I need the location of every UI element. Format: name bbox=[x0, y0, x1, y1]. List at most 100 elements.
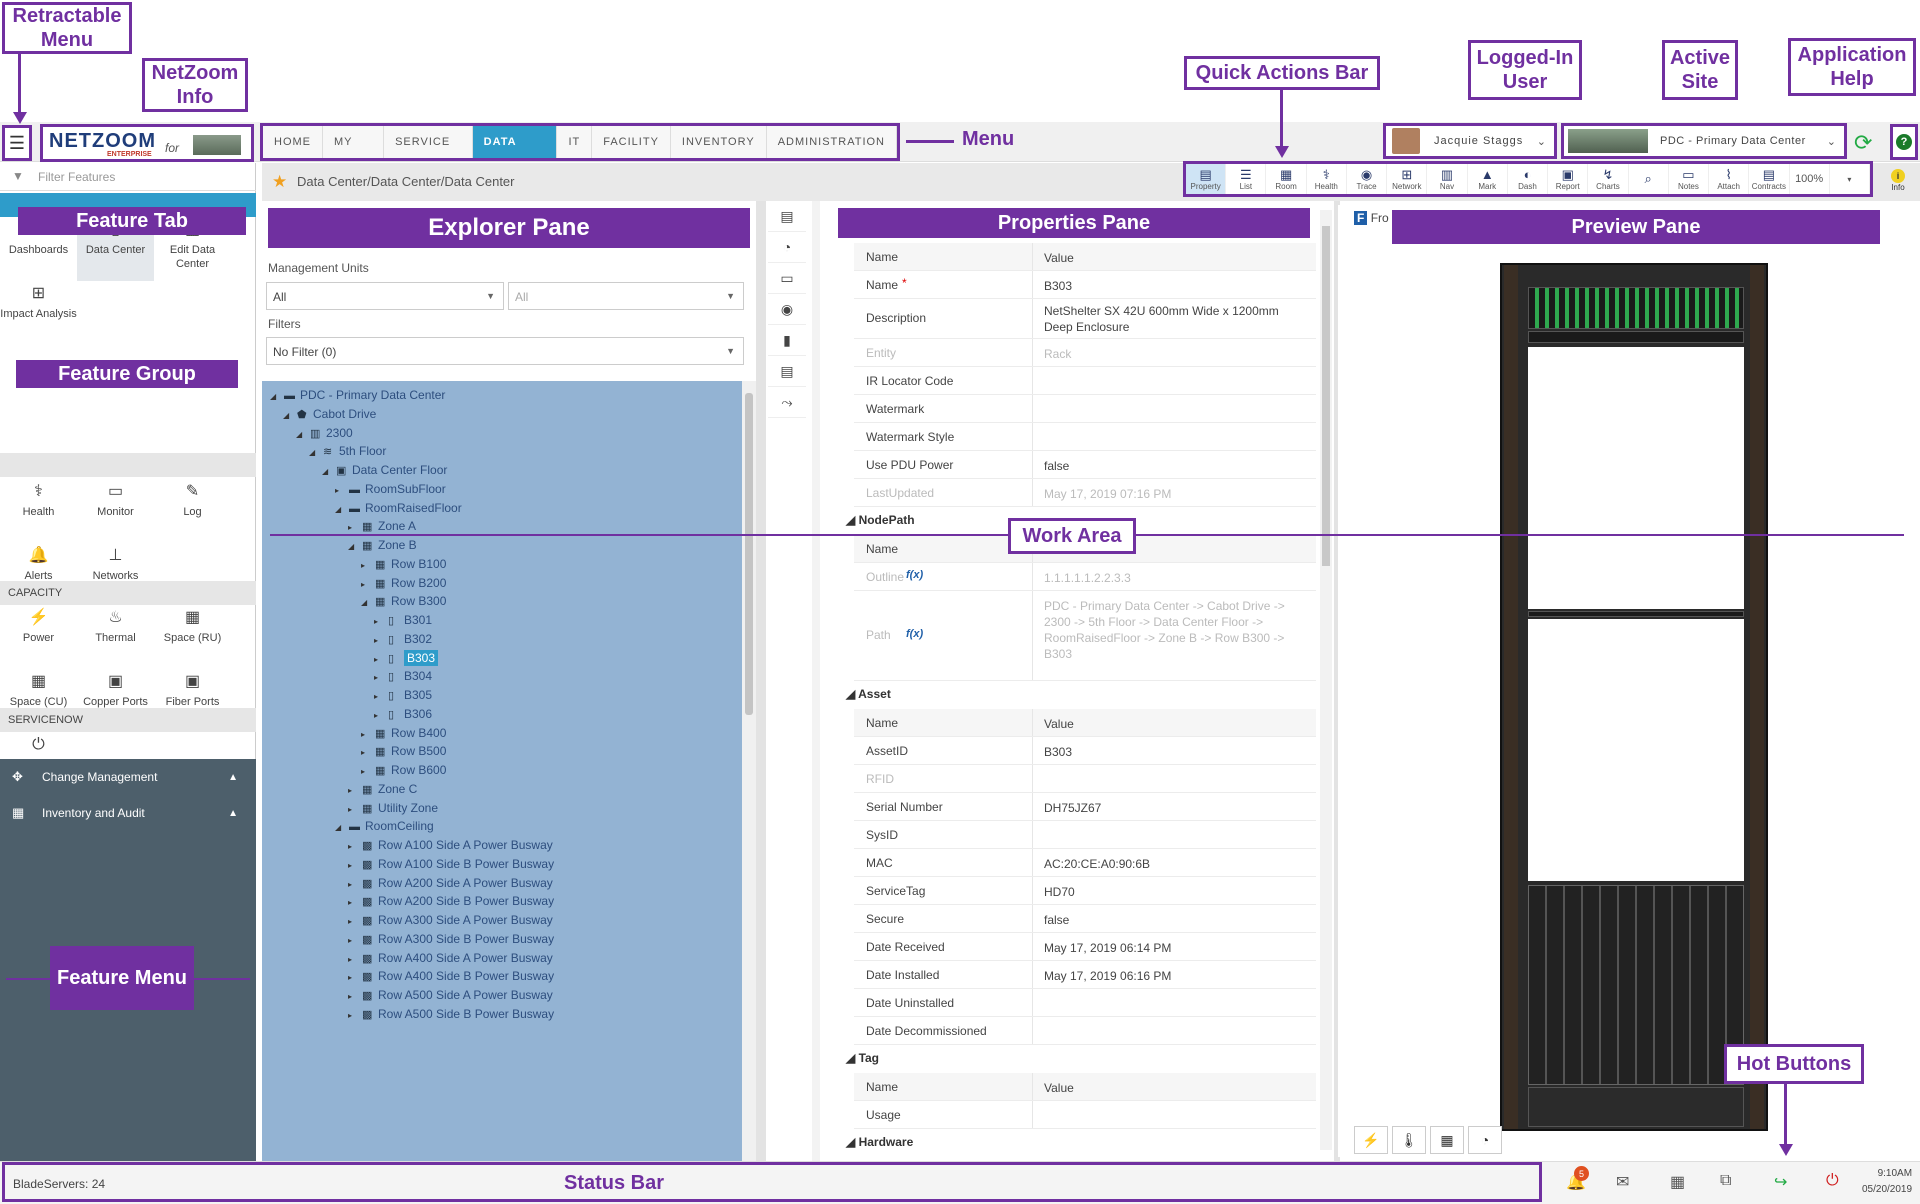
property-row[interactable]: AssetID B303 bbox=[854, 737, 1316, 765]
tree-node[interactable]: ◢ ≋ 5th Floor bbox=[309, 441, 386, 461]
property-group-header[interactable]: ◢ Asset bbox=[846, 687, 891, 701]
tree-node[interactable]: ▸ ▬ RoomSubFloor bbox=[335, 479, 446, 499]
screens-icon[interactable]: ⧉ bbox=[1720, 1172, 1731, 1190]
property-row[interactable]: Serial Number DH75JZ67 bbox=[854, 793, 1316, 821]
formula-icon[interactable]: f(x) bbox=[906, 628, 923, 640]
menu-item-administration[interactable]: ADMINISTRATION bbox=[767, 126, 897, 158]
zoom-level[interactable]: 100% bbox=[1790, 164, 1830, 194]
quick-action-notes[interactable]: ▭ Notes bbox=[1669, 164, 1710, 194]
feature-monitor[interactable]: ▭ Monitor bbox=[77, 479, 154, 543]
tree-node[interactable]: ◢ ▬ RoomCeiling bbox=[335, 816, 434, 836]
calculator-icon[interactable]: ▦ bbox=[1670, 1172, 1685, 1192]
formula-icon[interactable]: f(x) bbox=[906, 569, 923, 581]
tree-toggle-icon[interactable]: ◢ bbox=[270, 387, 284, 407]
quick-action-nav[interactable]: ▥ Nav bbox=[1427, 164, 1468, 194]
quick-action-network[interactable]: ⊞ Network bbox=[1387, 164, 1428, 194]
property-row[interactable]: Date Decommissioned bbox=[854, 1017, 1316, 1045]
tree-node[interactable]: ▸ ▦ Row B500 bbox=[361, 741, 446, 761]
tree-toggle-icon[interactable]: ◢ bbox=[309, 443, 323, 463]
property-row[interactable]: Watermark Style bbox=[854, 423, 1316, 451]
quick-action-property[interactable]: ▤ Property bbox=[1186, 164, 1227, 194]
thermal-hot-icon[interactable]: 🌡 bbox=[1392, 1126, 1426, 1154]
mail-icon[interactable]: ✉ bbox=[1616, 1172, 1629, 1192]
filter-select[interactable]: No Filter (0) ▼ bbox=[266, 337, 744, 365]
menu-item-facility[interactable]: FACILITY bbox=[592, 126, 671, 158]
active-site-selector[interactable]: PDC - Primary Data Center ⌄ bbox=[1561, 123, 1847, 159]
tree-node[interactable]: ▸ ▩ Row A500 Side B Power Busway bbox=[348, 1004, 554, 1024]
property-row[interactable]: Watermark bbox=[854, 395, 1316, 423]
rack-ups[interactable] bbox=[1528, 1087, 1744, 1127]
rack-switch[interactable] bbox=[1528, 331, 1744, 343]
document-icon[interactable]: ▭ bbox=[768, 263, 806, 294]
property-row[interactable]: LastUpdated May 17, 2019 07:16 PM bbox=[854, 479, 1316, 507]
properties-scrollbar-thumb[interactable] bbox=[1322, 226, 1330, 566]
property-row[interactable]: Outline f(x) 1.1.1.1.1.2.2.3.3 bbox=[854, 563, 1316, 591]
quick-action-list[interactable]: ☰ List bbox=[1226, 164, 1267, 194]
quick-action-contracts[interactable]: ▤ Contracts bbox=[1749, 164, 1790, 194]
tree-node[interactable]: ▸ ▩ Row A100 Side A Power Busway bbox=[348, 835, 553, 855]
property-row[interactable]: Path f(x) PDC - Primary Data Center -> Cab… bbox=[854, 591, 1316, 681]
feature-power[interactable]: ⚡ Power bbox=[0, 605, 77, 669]
tree-node[interactable]: ◢ ▦ Row B300 bbox=[361, 591, 446, 611]
tree-node[interactable]: ◢ ▬ RoomRaisedFloor bbox=[335, 498, 462, 518]
server-icon[interactable]: ▤ bbox=[768, 356, 806, 387]
menu-item-my-task[interactable]: MY TASK bbox=[323, 126, 385, 180]
tree-toggle-icon[interactable]: ◢ bbox=[335, 500, 349, 520]
blade-chassis-1[interactable] bbox=[1528, 885, 1744, 1085]
property-row[interactable]: RFID bbox=[854, 765, 1316, 793]
logged-in-user[interactable]: Jacquie Staggs ⌄ bbox=[1383, 123, 1557, 159]
feature-thermal[interactable]: ♨ Thermal bbox=[77, 605, 154, 669]
tree-node[interactable]: ▸ ▯ B306 bbox=[374, 704, 432, 724]
feature-space-ru-[interactable]: ▦ Space (RU) bbox=[154, 605, 231, 669]
property-row[interactable]: MAC AC:20:CE:A0:90:6B bbox=[854, 849, 1316, 877]
favorite-star-icon[interactable]: ★ bbox=[272, 172, 287, 192]
tree-node[interactable]: ▸ ▯ B301 bbox=[374, 610, 432, 630]
rack-preview[interactable] bbox=[1500, 263, 1768, 1131]
tree-toggle-icon[interactable]: ◢ bbox=[283, 406, 297, 426]
application-help-button[interactable]: ? bbox=[1890, 124, 1918, 160]
tree-node[interactable]: ▸ ▦ Utility Zone bbox=[348, 798, 438, 818]
zoom-dropdown[interactable]: ▾ bbox=[1830, 164, 1870, 194]
tree-node[interactable]: ◢ ▬ PDC - Primary Data Center bbox=[270, 385, 445, 405]
refresh-icon[interactable]: ⟳ bbox=[1854, 130, 1872, 156]
netzoom-info[interactable]: NETZOOM ENTERPRISE for bbox=[40, 124, 254, 162]
tree-toggle-icon[interactable]: ▸ bbox=[348, 1006, 362, 1026]
gauge-hot-icon[interactable]: ◔ bbox=[1468, 1126, 1502, 1154]
power-hot-icon[interactable]: ⚡ bbox=[1354, 1126, 1388, 1154]
tree-toggle-icon[interactable]: ◢ bbox=[322, 462, 336, 482]
tree-node[interactable]: ▸ ▦ Row B400 bbox=[361, 723, 446, 743]
tree-node[interactable]: ◢ ▥ 2300 bbox=[296, 423, 353, 443]
space-hot-icon[interactable]: ▦ bbox=[1430, 1126, 1464, 1154]
property-row[interactable]: Date Installed May 17, 2019 06:16 PM bbox=[854, 961, 1316, 989]
property-row[interactable]: SysID bbox=[854, 821, 1316, 849]
feature-health[interactable]: ⚕ Health bbox=[0, 479, 77, 543]
property-row[interactable]: Date Uninstalled bbox=[854, 989, 1316, 1017]
tree-node[interactable]: ▸ ▯ B302 bbox=[374, 629, 432, 649]
tree-toggle-icon[interactable]: ◢ bbox=[361, 593, 375, 613]
tree-node[interactable]: ▸ ▦ Row B100 bbox=[361, 554, 446, 574]
quick-action-search[interactable]: ⌕ bbox=[1629, 164, 1669, 194]
route-icon[interactable]: ⤳ bbox=[768, 387, 806, 418]
tree-node[interactable]: ◢ ▦ Zone B bbox=[348, 535, 417, 555]
filter-features-input[interactable]: ▼ Filter Features bbox=[0, 163, 256, 191]
tree-node[interactable]: ▸ ▩ Row A200 Side B Power Busway bbox=[348, 891, 554, 911]
tree-node[interactable]: ▸ ▩ Row A100 Side B Power Busway bbox=[348, 854, 554, 874]
property-group-header[interactable]: ◢ NodePath bbox=[846, 513, 915, 527]
feature-log[interactable]: ✎ Log bbox=[154, 479, 231, 543]
menu-item-inventory[interactable]: INVENTORY bbox=[671, 126, 767, 158]
tree-toggle-icon[interactable]: ◢ bbox=[296, 425, 310, 445]
property-row[interactable]: Date Received May 17, 2019 06:14 PM bbox=[854, 933, 1316, 961]
tree-node[interactable]: ▸ ▩ Row A400 Side A Power Busway bbox=[348, 948, 553, 968]
redo-icon[interactable]: ↪ bbox=[1774, 1172, 1787, 1192]
feature-impact-analysis[interactable]: ⊞ Impact Analysis bbox=[0, 281, 77, 345]
menu-item-home[interactable]: HOME bbox=[263, 126, 323, 158]
tree-node[interactable]: ▸ ▯ B303 bbox=[374, 648, 439, 668]
explorer-splitter[interactable] bbox=[756, 201, 766, 1161]
gauge-icon[interactable]: ◔ bbox=[768, 232, 806, 263]
rack-patch-panel[interactable] bbox=[1528, 287, 1744, 329]
management-unit-select-1[interactable]: All ▼ bbox=[266, 282, 504, 310]
property-group-header[interactable]: ◢ Tag bbox=[846, 1051, 879, 1065]
quick-action-room[interactable]: ▦ Room bbox=[1266, 164, 1307, 194]
tree-node[interactable]: ▸ ▩ Row A500 Side A Power Busway bbox=[348, 985, 553, 1005]
side-icons-splitter[interactable] bbox=[812, 201, 820, 1161]
